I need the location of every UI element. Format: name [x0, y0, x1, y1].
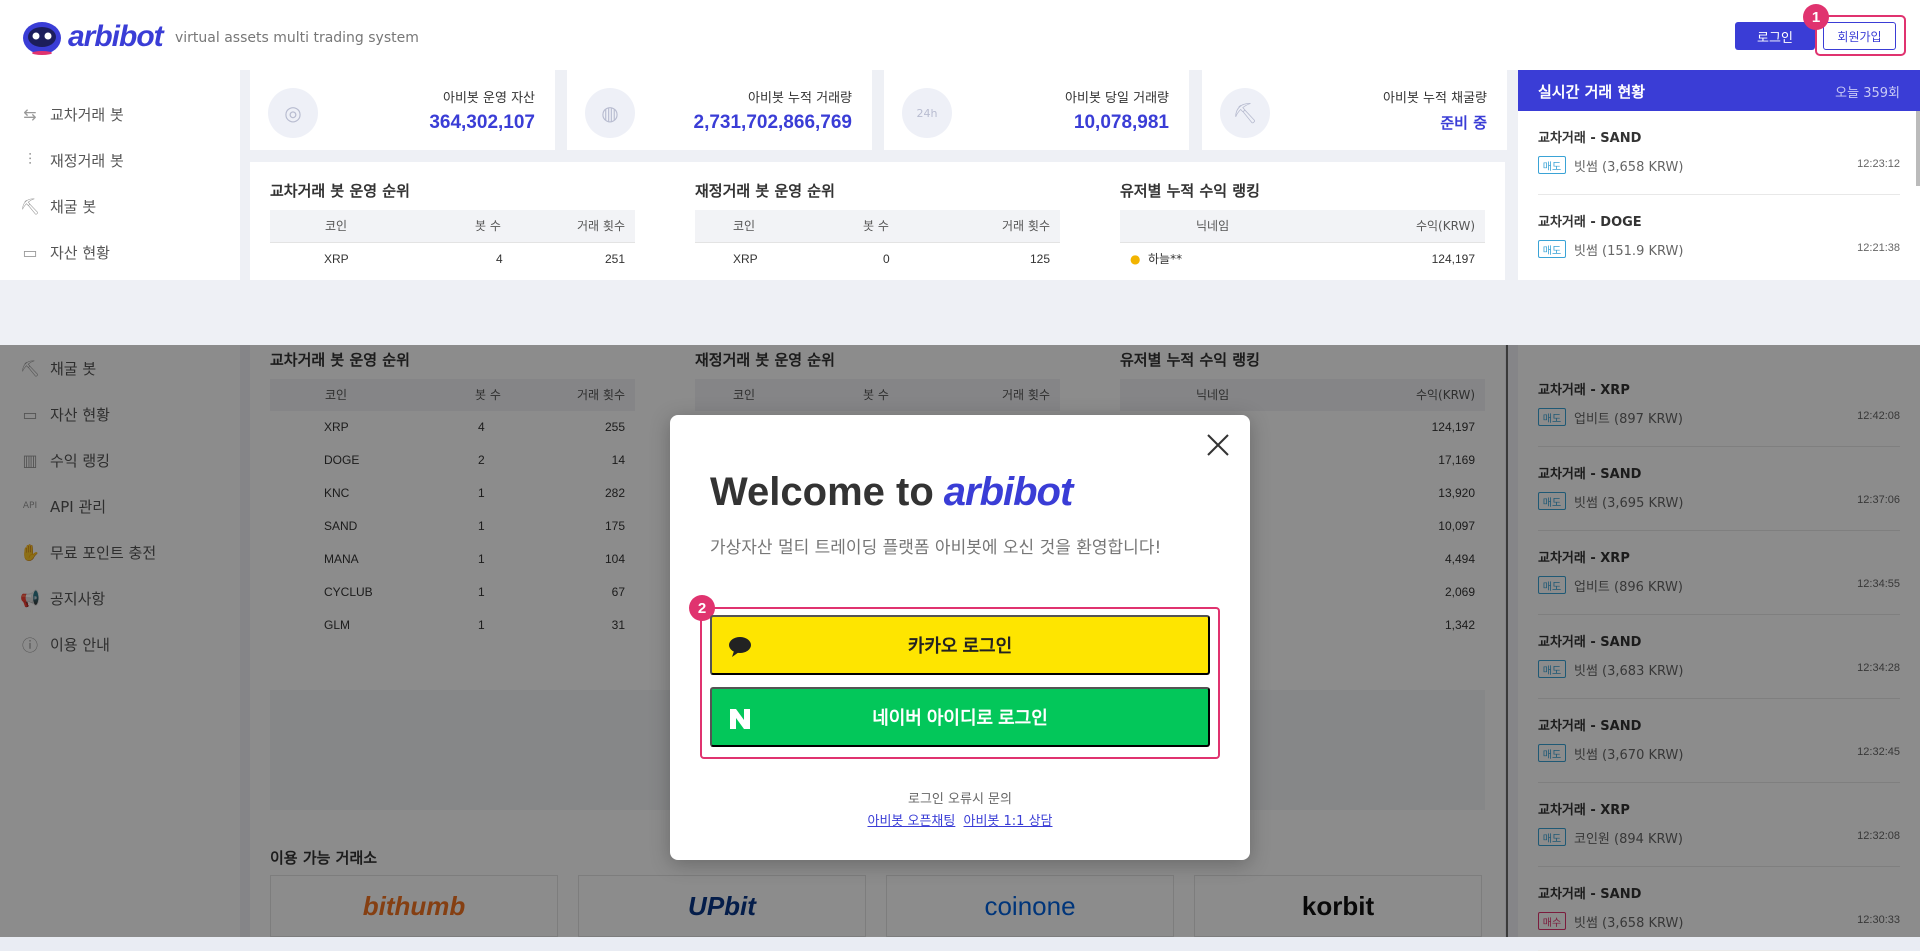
live-trades-count: 오늘 359회: [1835, 86, 1900, 101]
stat-card-mining: ⛏ 아비봇 누적 채굴량 준비 중: [1202, 70, 1507, 150]
cell-bots: 0: [883, 252, 890, 266]
wallet-icon: ▭: [22, 242, 38, 262]
medal-icon: ●: [1130, 252, 1141, 266]
table-header: 코인 봇 수 거래 횟수: [695, 210, 1060, 242]
kakao-login-label: 카카오 로그인: [907, 636, 1013, 656]
column-header: 코인: [325, 219, 348, 233]
stat-card-volume: ◍ 아비봇 누적 거래량 2,731,702,866,769: [567, 70, 872, 150]
coins-icon: ◎: [268, 88, 318, 138]
live-trades-panel: 실시간 거래 현황 오늘 359회 교차거래 - SAND 매도 빗썸 (3,6…: [1518, 70, 1920, 280]
sidebar-item-cross-bot[interactable]: ⇆ 교차거래 봇: [0, 91, 240, 137]
cell-trades: 251: [604, 252, 625, 266]
user-ranking-title: 유저별 누적 수익 랭킹: [1120, 182, 1260, 200]
column-header: 닉네임: [1196, 219, 1230, 233]
stat-label: 아비봇 당일 거래량: [1065, 91, 1169, 106]
table-header: 닉네임 수익(KRW): [1120, 210, 1485, 242]
header: arbibot virtual assets multi trading sys…: [0, 0, 1920, 70]
pickaxe-icon: ⛏: [19, 196, 41, 216]
cell-coin: XRP: [324, 252, 349, 266]
divider-line: [1506, 345, 1508, 937]
24h-icon: 24h: [902, 88, 952, 138]
sidebar: ⇆ 교차거래 봇 ⫶ 재정거래 봇 ⛏ 채굴 봇 ▭ 자산 현황: [0, 70, 240, 280]
sidebar-item-arb-bot[interactable]: ⫶ 재정거래 봇: [0, 137, 240, 183]
stat-label: 아비봇 운영 자산: [443, 91, 535, 106]
live-trades-title: 실시간 거래 현황: [1538, 83, 1646, 101]
column-header: 거래 횟수: [1002, 219, 1050, 233]
trade-exchange: 빗썸 (151.9 KRW): [1574, 244, 1684, 259]
cell-trades: 125: [1029, 252, 1050, 266]
table-header: 코인 봇 수 거래 횟수: [270, 210, 635, 242]
stat-value: 2,731,702,866,769: [693, 112, 853, 133]
column-header: 코인: [733, 219, 756, 233]
welcome-text: Welcome to: [710, 470, 934, 514]
welcome-subtitle: 가상자산 멀티 트레이딩 플랫폼 아비봇에 오신 것을 환영합니다!: [710, 538, 1162, 558]
trade-item: 교차거래 - SAND 매도 빗썸 (3,658 KRW) 12:23:12: [1518, 111, 1920, 195]
column-header: 거래 횟수: [577, 219, 625, 233]
robot-logo-icon: [23, 22, 61, 55]
speech-bubble-icon: [729, 637, 751, 657]
trade-time: 12:21:38: [1857, 242, 1900, 254]
rankings-panel: 교차거래 봇 운영 순위 코인 봇 수 거래 횟수 XRP 4 251 재정거래…: [250, 162, 1505, 280]
stat-label: 아비봇 누적 거래량: [748, 91, 852, 106]
login-error-text: 로그인 오류시 문의: [908, 792, 1012, 807]
cell-bots: 4: [496, 252, 503, 266]
trade-item: 교차거래 - DOGE 매도 빗썸 (151.9 KRW) 12:21:38: [1518, 195, 1920, 279]
live-trades-header: 실시간 거래 현황 오늘 359회: [1518, 70, 1920, 111]
cross-ranking-title: 교차거래 봇 운영 순위: [270, 182, 410, 200]
sidebar-item-mining-bot[interactable]: ⛏ 채굴 봇: [0, 183, 240, 229]
candlestick-icon: ⫶: [27, 150, 32, 169]
cell-coin: XRP: [733, 252, 758, 266]
arb-ranking-title: 재정거래 봇 운영 순위: [695, 182, 835, 200]
trade-tag: 매도: [1538, 156, 1566, 174]
naver-n-icon: [730, 709, 750, 729]
sidebar-item-label: 교차거래 봇: [50, 105, 124, 124]
trade-time: 12:23:12: [1857, 158, 1900, 170]
stat-value: 364,302,107: [429, 112, 535, 133]
stat-card-daily: 24h 아비봇 당일 거래량 10,078,981: [884, 70, 1189, 150]
column-header: 수익(KRW): [1415, 219, 1475, 233]
step1-highlight: [1815, 15, 1906, 56]
openchat-link[interactable]: 아비봇 오픈채팅: [868, 814, 956, 829]
trade-title: 교차거래 - DOGE: [1538, 215, 1642, 230]
stat-card-assets: ◎ 아비봇 운영 자산 364,302,107: [250, 70, 555, 150]
sidebar-item-label: 채굴 봇: [50, 197, 97, 216]
stat-label: 아비봇 누적 채굴량: [1383, 91, 1487, 106]
sidebar-item-label: 재정거래 봇: [50, 151, 124, 170]
cell-nickname: 하늘**: [1148, 252, 1183, 266]
table-row: ● 하늘** 124,197: [1120, 242, 1485, 274]
naver-login-button[interactable]: 네이버 아이디로 로그인: [710, 687, 1210, 747]
column-header: 봇 수: [863, 219, 889, 233]
scrollbar[interactable]: [1916, 111, 1920, 186]
pickaxe-icon: ⛏: [1220, 88, 1270, 138]
logo[interactable]: arbibot: [22, 18, 164, 56]
money-bag-icon: ◍: [585, 88, 635, 138]
logo-text: arbibot: [68, 20, 164, 53]
tagline: virtual assets multi trading system: [175, 30, 419, 46]
naver-login-label: 네이버 아이디로 로그인: [872, 708, 1048, 728]
table-row: XRP 0 125: [695, 242, 1060, 274]
trade-title: 교차거래 - SAND: [1538, 131, 1642, 146]
close-icon[interactable]: [1204, 431, 1232, 459]
login-modal: Welcome to arbibot 가상자산 멀티 트레이딩 플랫폼 아비봇에…: [670, 415, 1250, 860]
login-button[interactable]: 로그인: [1735, 22, 1815, 50]
welcome-brand: arbibot: [943, 470, 1074, 514]
stat-value: 10,078,981: [1073, 112, 1169, 133]
support-links: 아비봇 오픈채팅 아비봇 1:1 상담: [670, 810, 1250, 829]
gap-bar: [0, 280, 1920, 345]
stat-value: 준비 중: [1440, 114, 1487, 132]
sidebar-item-label: 자산 현황: [50, 243, 110, 262]
cell-profit: 124,197: [1431, 252, 1475, 266]
trade-tag: 매도: [1538, 240, 1566, 258]
column-header: 봇 수: [475, 219, 501, 233]
sidebar-item-assets[interactable]: ▭ 자산 현황: [0, 229, 240, 275]
trade-exchange: 빗썸 (3,658 KRW): [1574, 160, 1684, 175]
exchange-arrows-icon: ⇆: [23, 104, 37, 124]
step1-badge: 1: [1803, 4, 1829, 30]
table-row: XRP 4 251: [270, 242, 635, 274]
kakao-login-button[interactable]: 카카오 로그인: [710, 615, 1210, 675]
consult-link[interactable]: 아비봇 1:1 상담: [964, 814, 1053, 829]
welcome-heading: Welcome to arbibot: [710, 470, 1074, 515]
